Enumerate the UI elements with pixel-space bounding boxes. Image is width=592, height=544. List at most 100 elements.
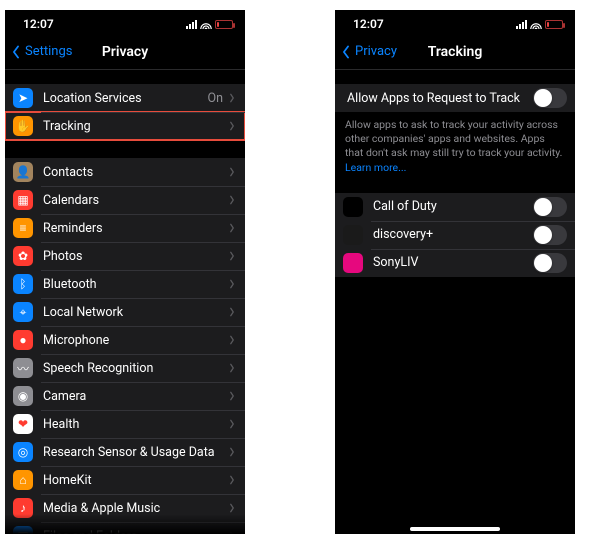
chevron-right-icon: [227, 195, 237, 205]
chevron-right-icon: [227, 223, 237, 233]
nav-title: Privacy: [5, 44, 245, 60]
chevron-right-icon: [227, 251, 237, 261]
bluetooth-icon: ᛒ: [13, 274, 33, 294]
row-label: SonyLIV: [373, 255, 533, 270]
nav-bar: Privacy Tracking: [335, 34, 575, 70]
row-location-services[interactable]: ➤ Location ServicesOn: [5, 84, 245, 112]
chevron-right-icon: [227, 93, 237, 103]
row-label: Speech Recognition: [43, 361, 227, 376]
row-calendars[interactable]: ▦Calendars: [5, 186, 245, 214]
row-label: Files and Folders: [43, 529, 227, 535]
row-camera[interactable]: ◉ Camera: [5, 382, 245, 410]
row-label: Media & Apple Music: [43, 501, 227, 516]
row-label: Camera: [43, 389, 227, 404]
tracking-icon: ✋: [13, 116, 33, 136]
privacy-settings-screen: 12:07 Settings Privacy ➤ Location Service…: [5, 10, 245, 534]
media-music-icon: ♪: [13, 498, 33, 518]
files-folders-icon: ▣: [13, 526, 33, 534]
wifi-icon: [530, 20, 542, 29]
row-label: Allow Apps to Request to Track: [347, 91, 533, 106]
allow-apps-to-track-row[interactable]: Allow Apps to Request to Track: [335, 84, 575, 112]
chevron-right-icon: [227, 167, 237, 177]
row-label: Microphone: [43, 333, 227, 348]
chevron-right-icon: [227, 447, 237, 457]
app-discovery-plus-row[interactable]: discovery+: [335, 221, 575, 249]
microphone-icon: ●: [13, 330, 33, 350]
contacts-icon: 👤: [13, 162, 33, 182]
row-label: Photos: [43, 249, 227, 264]
row-label: Tracking: [43, 119, 227, 134]
app-call-of-duty-row[interactable]: Call of Duty: [335, 193, 575, 221]
row-tracking[interactable]: ✋ Tracking: [5, 112, 245, 140]
app-call-of-duty-toggle[interactable]: [533, 197, 567, 217]
camera-icon: ◉: [13, 386, 33, 406]
status-icons: [516, 20, 563, 29]
row-files-folders[interactable]: ▣ Files and Folders: [5, 522, 245, 534]
row-label: HomeKit: [43, 473, 227, 488]
row-label: discovery+: [373, 227, 533, 242]
chevron-right-icon: [227, 419, 237, 429]
row-label: Bluetooth: [43, 277, 227, 292]
tracking-settings-screen: 12:07 Privacy Tracking Allow Apps to Req…: [335, 10, 575, 534]
status-bar: 12:07: [5, 10, 245, 34]
app-discovery-plus-toggle[interactable]: [533, 225, 567, 245]
chevron-right-icon: [227, 531, 237, 534]
chevron-right-icon: [227, 475, 237, 485]
row-bluetooth[interactable]: ᛒ Bluetooth: [5, 270, 245, 298]
row-label: Location Services: [43, 91, 207, 106]
app-sonyliv-row[interactable]: SonyLIV: [335, 249, 575, 277]
row-label: Calendars: [43, 193, 227, 208]
row-local-network[interactable]: ⌖Local Network: [5, 298, 245, 326]
status-bar: 12:07: [335, 10, 575, 34]
nav-bar: Settings Privacy: [5, 34, 245, 70]
row-photos[interactable]: ✿ Photos: [5, 242, 245, 270]
row-label: Health: [43, 417, 227, 432]
app-discovery-plus-icon: [343, 225, 363, 245]
row-homekit[interactable]: ⌂HomeKit: [5, 466, 245, 494]
row-value: On: [207, 91, 223, 106]
chevron-right-icon: [227, 307, 237, 317]
row-reminders[interactable]: ≡ Reminders: [5, 214, 245, 242]
settings-list[interactable]: ➤ Location ServicesOn ✋ Tracking 👤 Contacts ▦…: [5, 70, 245, 534]
research-sensor-icon: ◎: [13, 442, 33, 462]
battery-low-icon: [545, 20, 563, 29]
row-health[interactable]: ❤ Health: [5, 410, 245, 438]
chevron-right-icon: [227, 391, 237, 401]
wifi-icon: [200, 20, 212, 29]
app-sonyliv-icon: [343, 253, 363, 273]
row-label: Reminders: [43, 221, 227, 236]
row-microphone[interactable]: ● Microphone: [5, 326, 245, 354]
cellular-signal-icon: [516, 20, 527, 29]
row-media-music[interactable]: ♪ Media & Apple Music: [5, 494, 245, 522]
learn-more-link[interactable]: Learn more...: [345, 161, 406, 174]
status-icons: [186, 20, 233, 29]
chevron-right-icon: [227, 335, 237, 345]
row-label: Research Sensor & Usage Data: [43, 445, 227, 460]
group-privacy-categories: 👤 Contacts ▦Calendars ≡ Reminders ✿ Photos ᛒ Blu…: [5, 158, 245, 534]
speech-recognition-icon: 〰: [13, 358, 33, 378]
allow-apps-toggle[interactable]: [533, 88, 567, 108]
reminders-icon: ≡: [13, 218, 33, 238]
tracking-footer-text: Allow apps to ask to track your activity…: [335, 112, 575, 175]
app-sonyliv-toggle[interactable]: [533, 253, 567, 273]
health-icon: ❤: [13, 414, 33, 434]
home-indicator[interactable]: [410, 527, 500, 531]
cellular-signal-icon: [186, 20, 197, 29]
chevron-right-icon: [227, 279, 237, 289]
location-services-icon: ➤: [13, 88, 33, 108]
group-apps: Call of Duty discovery+ SonyLIV: [335, 193, 575, 277]
tracking-list[interactable]: Allow Apps to Request to Track Allow app…: [335, 70, 575, 534]
battery-low-icon: [215, 20, 233, 29]
group-master-toggle: Allow Apps to Request to Track: [335, 84, 575, 112]
row-speech-recognition[interactable]: 〰 Speech Recognition: [5, 354, 245, 382]
row-research-sensor[interactable]: ◎ Research Sensor & Usage Data: [5, 438, 245, 466]
photos-icon: ✿: [13, 246, 33, 266]
chevron-right-icon: [227, 503, 237, 513]
row-label: Local Network: [43, 305, 227, 320]
status-time: 12:07: [353, 17, 384, 31]
group-tracking: ➤ Location ServicesOn ✋ Tracking: [5, 84, 245, 140]
row-contacts[interactable]: 👤 Contacts: [5, 158, 245, 186]
row-label: Call of Duty: [373, 199, 533, 214]
row-label: Contacts: [43, 165, 227, 180]
chevron-right-icon: [227, 121, 237, 131]
